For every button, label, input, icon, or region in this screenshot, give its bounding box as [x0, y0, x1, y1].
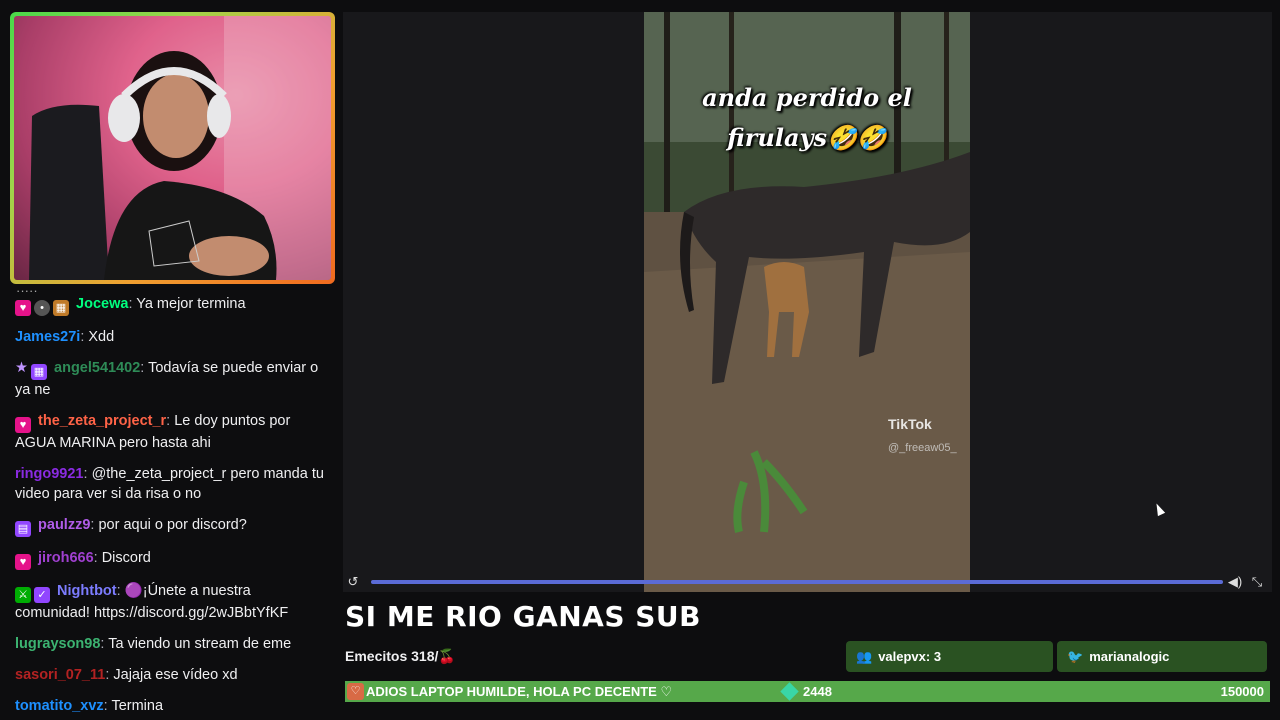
- users-icon: 👥: [856, 649, 873, 664]
- chat-message: lugrayson98: Ta viendo un stream de eme: [15, 636, 292, 652]
- chat-panel: ····· ♥•▦ Jocewa: Ya mejor termina James…: [8, 286, 334, 720]
- chat-message: ⚔ ✓ Nightbot: 🟣¡Únete a nuestra comunidad…: [15, 583, 289, 621]
- mouse-badge-icon[interactable]: •: [34, 300, 50, 316]
- chat-message: ringo9921: @the_zeta_project_r pero mand…: [15, 466, 324, 502]
- star-badge-icon[interactable]: ★: [15, 360, 28, 376]
- goal-bar: ♡ ADIOS LAPTOP HUMILDE, HOLA PC DECENTE …: [345, 681, 1270, 702]
- chat-username[interactable]: tomatito_xvz: [15, 698, 104, 714]
- chat-message: ▤ paulzz9: por aqui o por discord?: [8, 513, 334, 539]
- tiktok-watermark: TikTok: [888, 416, 932, 432]
- chat-username[interactable]: jiroh666: [38, 550, 94, 566]
- progress-bar[interactable]: [371, 580, 1223, 584]
- lock-badge-icon[interactable]: ▦: [53, 300, 69, 316]
- chat-message: James27i: Xdd: [15, 329, 115, 345]
- chat-message: tomatito_xvz: Termina: [15, 698, 164, 714]
- twitter-pill: 🐦 marianalogic: [1057, 641, 1267, 672]
- tiktok-video[interactable]: anda perdido el firulays🤣🤣 TikTok @_free…: [644, 12, 970, 592]
- chat-username[interactable]: lugrayson98: [15, 636, 100, 652]
- emecitos-text: Emecitos 318/: [345, 648, 439, 664]
- chat-username[interactable]: Jocewa: [76, 296, 128, 312]
- stream-overlay: ····· ♥•▦ Jocewa: Ya mejor termina James…: [0, 0, 1280, 720]
- mod-badge-icon[interactable]: ⚔: [15, 587, 31, 603]
- top-follower-text: valepvx: 3: [878, 649, 942, 664]
- top-follower-pill: 👥 valepvx: 3: [846, 641, 1053, 672]
- chat-message: sasori_07_11: Jajaja ese vídeo xd: [15, 667, 238, 683]
- video-caption: anda perdido el firulays🤣🤣: [644, 78, 970, 158]
- chat-message: ♥ the_zeta_project_r: Le doy puntos por …: [15, 413, 291, 451]
- chat-username[interactable]: Nightbot: [57, 583, 117, 599]
- heart-badge-icon[interactable]: ♥: [15, 554, 31, 570]
- fullscreen-exit-icon[interactable]: ⤡: [1249, 574, 1265, 590]
- chat-username[interactable]: paulzz9: [38, 517, 90, 533]
- chat-text: por aqui o por discord?: [98, 517, 247, 533]
- chat-text: Discord: [101, 550, 151, 566]
- twitter-icon: 🐦: [1067, 649, 1084, 664]
- chat-text: 🟣¡Únete a nuestra comunidad! https://dis…: [15, 583, 289, 621]
- streamer-illustration: [14, 16, 331, 280]
- chat-username[interactable]: James27i: [15, 329, 80, 345]
- heart-badge-icon[interactable]: ♥: [15, 300, 31, 316]
- chat-text: Xdd: [88, 329, 115, 345]
- webcam-frame: [10, 12, 335, 284]
- chat-username[interactable]: the_zeta_project_r: [38, 413, 166, 429]
- chat-message: ♥ • ▦ Jocewa: Ya mejor termina: [8, 292, 334, 318]
- cherry-icon: 🍒: [438, 648, 456, 664]
- chat-username[interactable]: ringo9921: [15, 466, 84, 482]
- chat-text: Termina: [111, 698, 164, 714]
- replay-icon[interactable]: ↺: [345, 574, 361, 590]
- goal-text: ADIOS LAPTOP HUMILDE, HOLA PC DECENTE ♡: [366, 684, 673, 699]
- caption-line-2: firulays🤣🤣: [727, 123, 887, 152]
- goal-target: 150000: [1220, 684, 1264, 699]
- twitter-handle: marianalogic: [1089, 649, 1170, 664]
- caption-line-1: anda perdido el: [702, 83, 912, 112]
- tiktok-handle: @_freeaw05_: [888, 442, 957, 454]
- heart-badge-icon[interactable]: ♥: [15, 417, 31, 433]
- chat-text: Ta viendo un stream de eme: [108, 636, 292, 652]
- emecitos-counter: Emecitos 318/🍒: [345, 648, 456, 665]
- webcam-feed: [14, 16, 331, 280]
- volume-icon[interactable]: ◀): [1227, 574, 1243, 590]
- chat-text: Jajaja ese vídeo xd: [113, 667, 238, 683]
- goal-current: 2448: [803, 684, 832, 699]
- heart-icon: ♡: [347, 683, 364, 700]
- stream-title: SI ME RIO GANAS SUB: [345, 600, 702, 633]
- chat-username[interactable]: sasori_07_11: [15, 667, 105, 683]
- verified-badge-icon[interactable]: ✓: [34, 587, 50, 603]
- chat-text: Ya mejor termina: [136, 296, 246, 312]
- twitch-badge-icon[interactable]: ▤: [15, 521, 31, 537]
- chat-username[interactable]: angel541402: [54, 360, 140, 376]
- grid-badge-icon[interactable]: ▦: [31, 364, 47, 380]
- chat-message: ♥ jiroh666: Discord: [8, 546, 334, 572]
- chat-message: ★ ▦ angel541402: Todavía se puede enviar …: [15, 360, 319, 398]
- player-controls: ↺ ◀) ⤡: [343, 572, 1272, 592]
- video-player[interactable]: anda perdido el firulays🤣🤣 TikTok @_free…: [343, 12, 1272, 592]
